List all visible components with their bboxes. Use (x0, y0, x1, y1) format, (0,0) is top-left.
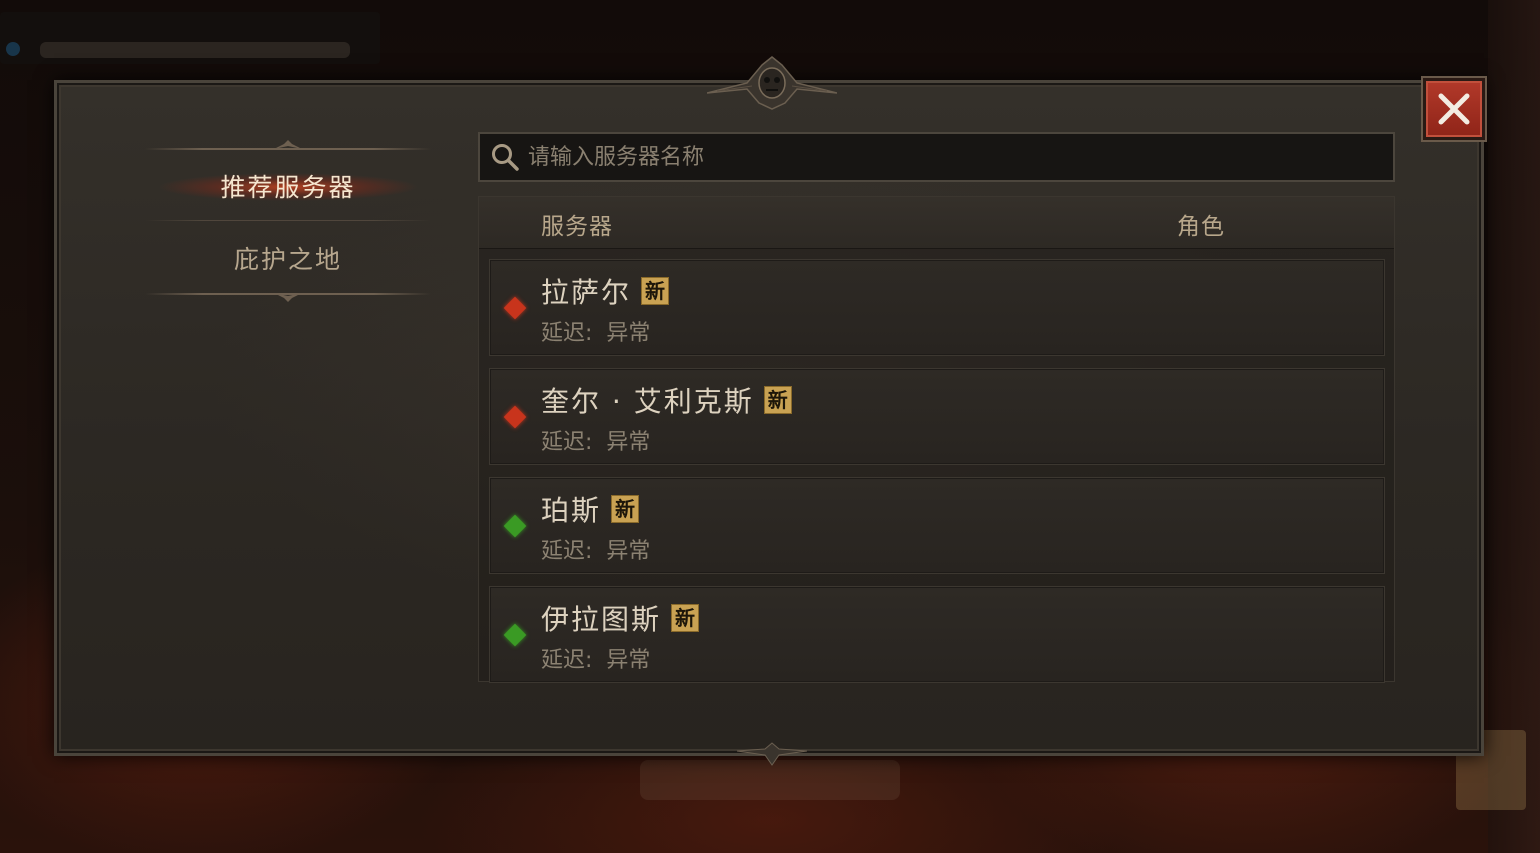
nav-item-recommended[interactable]: 推荐服务器 (145, 156, 431, 216)
column-header-role: 角色 (1177, 214, 1225, 240)
nav-ornament-top (274, 140, 302, 149)
blurred-text (40, 42, 350, 58)
server-category-nav: 推荐服务器 庇护之地 (145, 140, 431, 302)
new-badge: 新 (763, 386, 792, 414)
new-badge: 新 (641, 277, 670, 305)
new-badge: 新 (671, 604, 700, 632)
table-header: 服务器 角色 (479, 197, 1394, 249)
latency-label: 延迟: (541, 539, 593, 564)
skull-crest-ornament (707, 56, 837, 110)
status-gem-icon (503, 514, 527, 538)
status-gem-icon (503, 296, 527, 320)
nav-item-sanctuary[interactable]: 庇护之地 (145, 228, 431, 288)
server-row[interactable]: 伊拉图斯 新 延迟: 异常 (489, 586, 1385, 683)
server-name: 伊拉图斯 (541, 603, 662, 636)
server-name: 拉萨尔 (541, 276, 632, 309)
latency-label: 延迟: (541, 648, 593, 673)
server-name: 珀斯 (541, 494, 602, 527)
latency-value: 异常 (606, 539, 651, 564)
new-badge: 新 (611, 495, 640, 523)
latency-value: 异常 (606, 321, 651, 346)
status-gem-icon (503, 623, 527, 647)
latency-info: 延迟: 异常 (541, 642, 650, 674)
latency-info: 延迟: 异常 (541, 424, 650, 456)
latency-info: 延迟: 异常 (541, 315, 650, 347)
latency-value: 异常 (606, 430, 651, 455)
latency-info: 延迟: 异常 (541, 533, 650, 565)
server-search-input[interactable] (526, 134, 1393, 180)
close-x-icon (1438, 93, 1470, 125)
search-icon (492, 144, 519, 171)
status-gem-icon (503, 405, 527, 429)
latency-label: 延迟: (541, 430, 593, 455)
blurred-status-dot (6, 42, 20, 56)
server-row[interactable]: 奎尔 · 艾利克斯 新 延迟: 异常 (489, 368, 1385, 465)
blurred-top-bar (0, 12, 380, 64)
latency-value: 异常 (606, 648, 651, 673)
server-row[interactable]: 珀斯 新 延迟: 异常 (489, 477, 1385, 574)
server-row[interactable]: 拉萨尔 新 延迟: 异常 (489, 259, 1385, 356)
server-search-box[interactable] (478, 132, 1395, 182)
server-table: 服务器 角色 拉萨尔 新 延迟: 异常 奎尔 · 艾利克斯 新 延迟: 异常 珀斯 … (478, 196, 1395, 683)
column-header-server: 服务器 (541, 214, 613, 240)
nav-ornament-bottom (274, 293, 302, 302)
blurred-right-panel (1488, 0, 1540, 853)
close-button[interactable] (1423, 78, 1485, 140)
latency-label: 延迟: (541, 321, 593, 346)
bottom-ornament (737, 742, 807, 766)
server-name: 奎尔 · 艾利克斯 (541, 385, 754, 418)
nav-divider-mid (145, 220, 431, 221)
